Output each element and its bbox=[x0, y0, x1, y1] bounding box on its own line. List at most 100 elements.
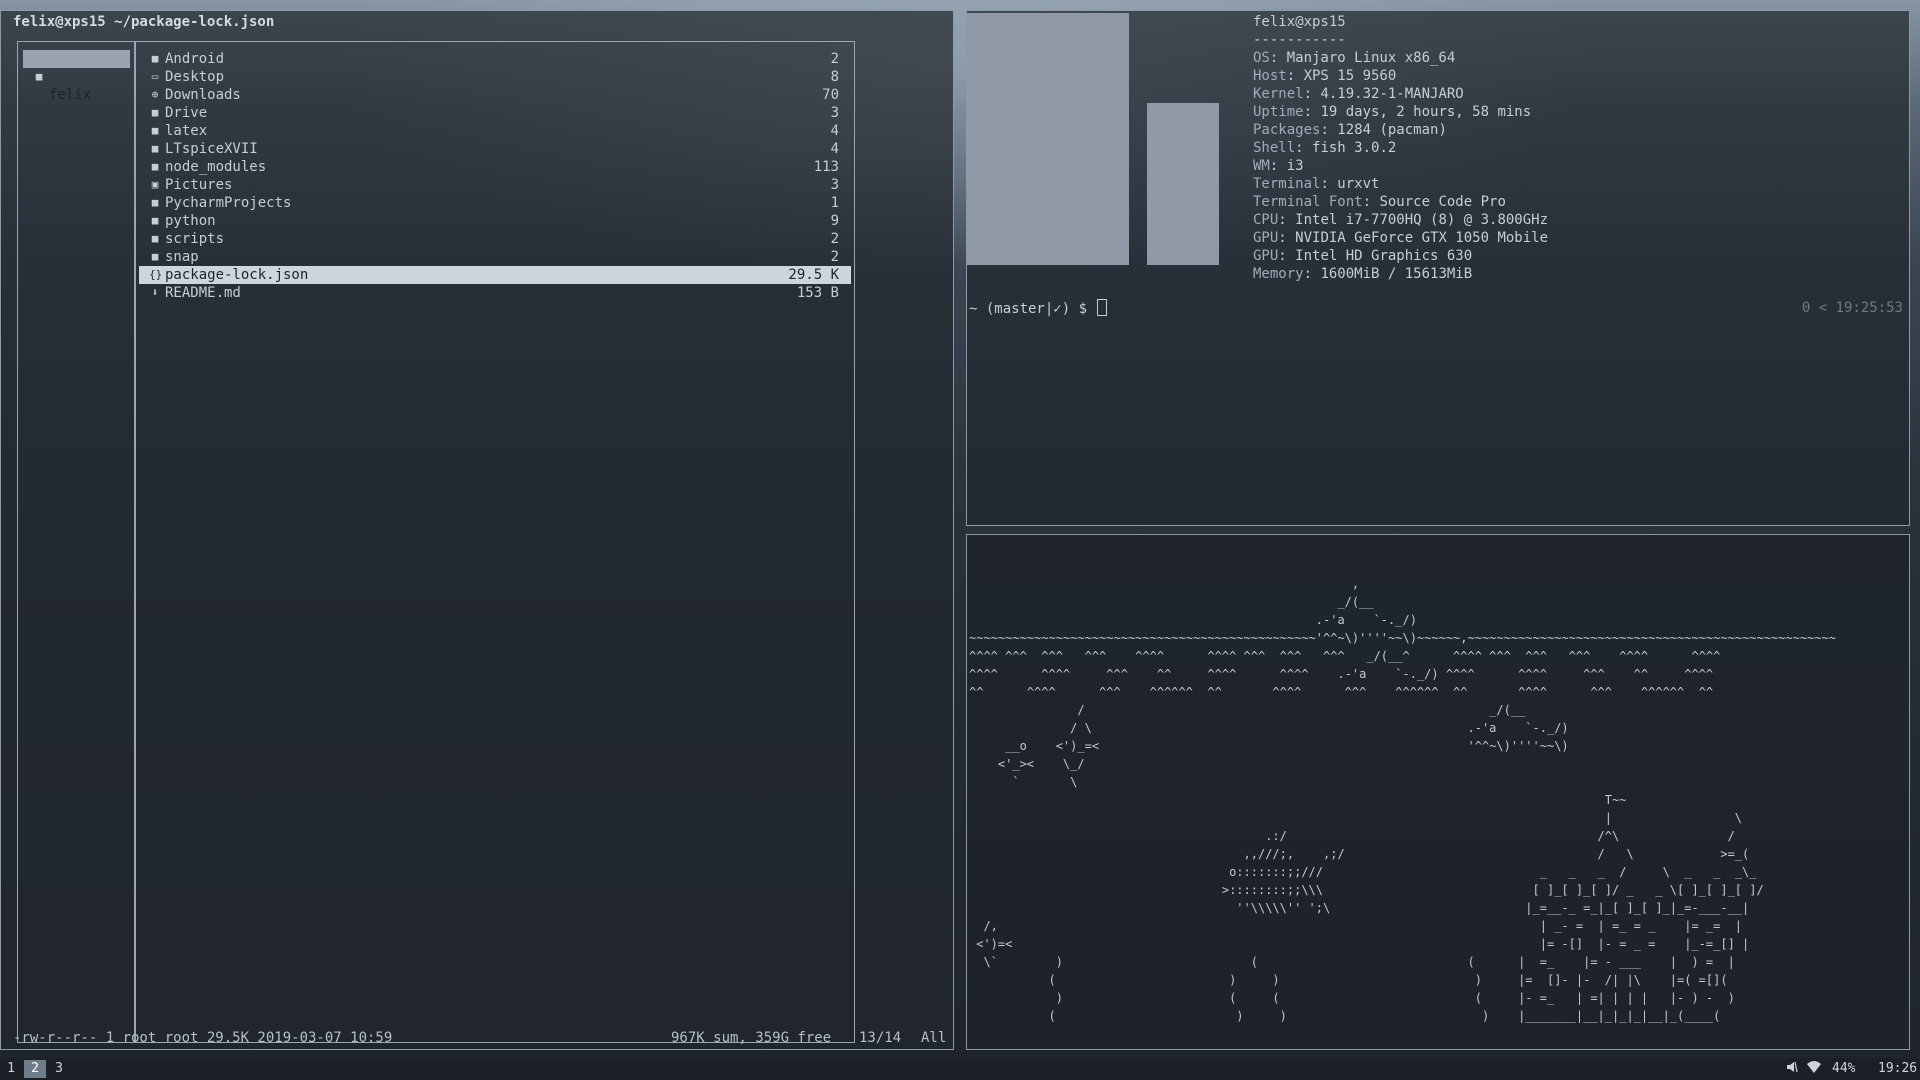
file-entry[interactable]: ■ Drive 3 bbox=[139, 104, 851, 122]
shell-prompt[interactable]: ~ (master|✓) $ bbox=[969, 299, 1108, 318]
info-key: Terminal Font bbox=[1253, 194, 1363, 210]
file-size: 2 bbox=[830, 231, 839, 247]
wifi-icon[interactable] bbox=[1806, 1060, 1822, 1080]
file-name: Drive bbox=[165, 105, 208, 121]
file-size: 1 bbox=[830, 195, 839, 211]
info-value: 1284 (pacman) bbox=[1337, 122, 1447, 138]
info-colon: : bbox=[1295, 140, 1313, 156]
file-entry[interactable]: ■ PycharmProjects 1 bbox=[139, 194, 851, 212]
file-list-pane[interactable]: ■ Android 2 ▭ Desktop 8 ⊕ Downloads 70 ■ Drive 3 ■ la… bbox=[135, 41, 855, 1043]
image-icon: ▣ bbox=[151, 178, 159, 191]
info-colon: : bbox=[1278, 248, 1296, 264]
parent-item-label: felix bbox=[49, 87, 92, 103]
neofetch-terminal[interactable]: felix@xps15 ----------- OS: Manjaro Linux … bbox=[966, 10, 1910, 526]
file-entry[interactable]: {} package-lock.json 29.5 K bbox=[139, 266, 851, 284]
scroll-indicator: All bbox=[921, 1030, 947, 1046]
info-colon: : bbox=[1278, 230, 1296, 246]
ascii-art-terminal[interactable]: , _/(__ .-'a `-._/) ~~~~~~~~~~~~~~~~~~~~~… bbox=[966, 534, 1910, 1050]
prompt-status-time: 0 < 19:25:53 bbox=[1801, 300, 1903, 316]
file-entry[interactable]: ■ scripts 2 bbox=[139, 230, 851, 248]
file-size: 29.5 K bbox=[788, 267, 839, 283]
file-entry[interactable]: ■ Android 2 bbox=[139, 50, 851, 68]
info-colon: : bbox=[1269, 158, 1287, 174]
workspace-button[interactable]: 3 bbox=[48, 1060, 70, 1078]
file-name: Pictures bbox=[165, 177, 233, 193]
art-line: o:::::::;;/// _ _ _ / \ _ _ _\_ bbox=[969, 865, 1757, 879]
info-key: CPU bbox=[1253, 212, 1279, 228]
info-key: Host bbox=[1253, 68, 1287, 84]
workspace-button[interactable]: 2 bbox=[24, 1060, 46, 1078]
parent-directory-pane[interactable]: ■ felix bbox=[17, 41, 135, 1043]
file-entry[interactable]: ▭ Desktop 8 bbox=[139, 68, 851, 86]
info-colon: : bbox=[1320, 176, 1338, 192]
folder-icon: ■ bbox=[151, 52, 159, 65]
info-key: OS bbox=[1253, 50, 1270, 66]
file-size: 70 bbox=[822, 87, 839, 103]
file-entry[interactable]: ▣ Pictures 3 bbox=[139, 176, 851, 194]
info-key: GPU bbox=[1253, 230, 1279, 246]
file-entry[interactable]: ⊕ Downloads 70 bbox=[139, 86, 851, 104]
file-name: Android bbox=[165, 51, 225, 67]
info-key: Memory bbox=[1253, 266, 1304, 282]
file-entry[interactable]: ■ snap 2 bbox=[139, 248, 851, 266]
folder-icon: ■ bbox=[151, 250, 159, 263]
art-line: ~~~~~~~~~~~~~~~~~~~~~~~~~~~~~~~~~~~~~~~~… bbox=[969, 631, 1836, 645]
info-value: 1600MiB / 15613MiB bbox=[1320, 266, 1473, 282]
info-value: Source Code Pro bbox=[1379, 194, 1506, 210]
parent-item-felix[interactable]: ■ felix bbox=[23, 50, 130, 103]
info-colon: : bbox=[1278, 212, 1296, 228]
file-entry[interactable]: ■ python 9 bbox=[139, 212, 851, 230]
user-host: felix@xps15 bbox=[1253, 14, 1346, 30]
info-value: Intel HD Graphics 630 bbox=[1295, 248, 1473, 264]
info-value: Manjaro Linux x86_64 bbox=[1286, 50, 1456, 66]
folder-icon: ■ bbox=[151, 160, 159, 173]
file-name: LTspiceXVII bbox=[165, 141, 258, 157]
file-name: README.md bbox=[165, 285, 241, 301]
file-entry[interactable]: ■ LTspiceXVII 4 bbox=[139, 140, 851, 158]
info-colon: : bbox=[1362, 194, 1380, 210]
art-line: >::::::::;;\\\ [ ]_[ ]_[ ]/ _ _ \[ ]_[ ]… bbox=[969, 883, 1764, 897]
file-size: 9 bbox=[830, 213, 839, 229]
folder-icon: ■ bbox=[151, 232, 159, 245]
info-key: GPU bbox=[1253, 248, 1279, 264]
battery-level: 44% bbox=[1832, 1061, 1856, 1076]
art-line: | \ bbox=[969, 811, 1743, 825]
art-line: ) ( ( ( |- =_ | =| | | | |- ) - ) bbox=[969, 991, 1735, 1005]
folder-icon: ■ bbox=[151, 106, 159, 119]
file-size: 4 bbox=[830, 123, 839, 139]
window-title: felix@xps15 ~/package-lock.json bbox=[13, 14, 275, 30]
file-size: 4 bbox=[830, 141, 839, 157]
info-colon: : bbox=[1320, 122, 1338, 138]
art-line: <')=< |= -[] |- = _ = |_-=_[] | bbox=[969, 937, 1750, 951]
status-bar: 123 44% 19:26 bbox=[0, 1058, 1920, 1080]
info-value: 19 days, 2 hours, 58 mins bbox=[1320, 104, 1532, 120]
clock: 19:26 bbox=[1878, 1061, 1918, 1076]
file-entry[interactable]: ■ latex 4 bbox=[139, 122, 851, 140]
file-size: 2 bbox=[830, 249, 839, 265]
art-line: ,,///;, ,;/ / \ >=_( bbox=[969, 847, 1750, 861]
art-line: .:/ /^\ / bbox=[969, 829, 1735, 843]
art-line: , bbox=[969, 577, 1360, 591]
markdown-file-icon: ⬇ bbox=[151, 286, 159, 299]
file-name: node_modules bbox=[165, 159, 267, 175]
disk-summary: 967K sum, 359G free bbox=[671, 1030, 832, 1046]
file-size: 153 B bbox=[796, 285, 839, 301]
art-line: ^^^^ ^^^ ^^^ ^^^ ^^^^ ^^^^ ^^^ ^^^ ^^^ _… bbox=[969, 649, 1721, 663]
file-name: scripts bbox=[165, 231, 225, 247]
file-size: 3 bbox=[830, 177, 839, 193]
art-line: _/(__ bbox=[969, 595, 1374, 609]
art-line: __o <')_=< '^^~\)''''~~\) bbox=[969, 739, 1569, 753]
art-line: ''\\\\\'' ';\ |_=__-_ =_|_[ ]_[ ]_|_=-__… bbox=[969, 901, 1750, 915]
info-value: i3 bbox=[1286, 158, 1304, 174]
info-value: urxvt bbox=[1337, 176, 1380, 192]
file-entry[interactable]: ■ node_modules 113 bbox=[139, 158, 851, 176]
ranger-window[interactable]: felix@xps15 ~/package-lock.json ■ felix … bbox=[0, 10, 954, 1050]
workspace-button[interactable]: 1 bbox=[0, 1060, 22, 1078]
volume-icon[interactable] bbox=[1786, 1060, 1798, 1080]
art-line: / \ .-'a `-._/) bbox=[969, 721, 1569, 735]
art-line: / _/(__ bbox=[969, 703, 1526, 717]
folder-icon: ■ bbox=[151, 142, 159, 155]
file-entry[interactable]: ⬇ README.md 153 B bbox=[139, 284, 851, 302]
art-line: ( ) ) ) |= []- |- /| |\ |=( =[]( bbox=[969, 973, 1728, 987]
file-size: 8 bbox=[830, 69, 839, 85]
